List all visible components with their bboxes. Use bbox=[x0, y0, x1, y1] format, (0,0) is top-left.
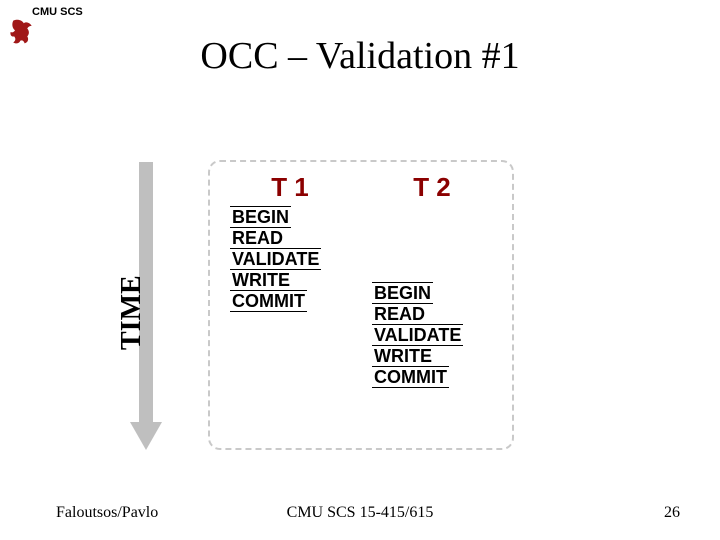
transaction-col-t2: T 2 BEGIN READ VALIDATE WRITE COMMIT bbox=[372, 172, 492, 388]
t2-ops: BEGIN READ VALIDATE WRITE COMMIT bbox=[372, 283, 492, 388]
footer-course: CMU SCS 15-415/615 bbox=[0, 504, 720, 522]
page-title: OCC – Validation #1 bbox=[0, 34, 720, 78]
t1-op: VALIDATE bbox=[230, 248, 321, 270]
t2-header: T 2 bbox=[372, 172, 492, 203]
footer-page-number: 26 bbox=[664, 504, 680, 522]
t1-op: BEGIN bbox=[230, 206, 291, 228]
t1-op: COMMIT bbox=[230, 290, 307, 312]
org-label: CMU SCS bbox=[32, 6, 83, 18]
t2-op: WRITE bbox=[372, 345, 434, 367]
t2-op: COMMIT bbox=[372, 366, 449, 388]
t1-header: T 1 bbox=[230, 172, 350, 203]
t2-op: VALIDATE bbox=[372, 324, 463, 346]
t2-op: READ bbox=[372, 303, 432, 325]
t1-op: READ bbox=[230, 227, 290, 249]
transaction-col-t1: T 1 BEGIN READ VALIDATE WRITE COMMIT bbox=[230, 172, 350, 312]
t1-op: WRITE bbox=[230, 269, 292, 291]
t2-op: BEGIN bbox=[372, 282, 433, 304]
t1-ops: BEGIN READ VALIDATE WRITE COMMIT bbox=[230, 207, 350, 312]
time-axis-label: TIME bbox=[116, 275, 148, 350]
t2-start-offset bbox=[372, 207, 492, 283]
